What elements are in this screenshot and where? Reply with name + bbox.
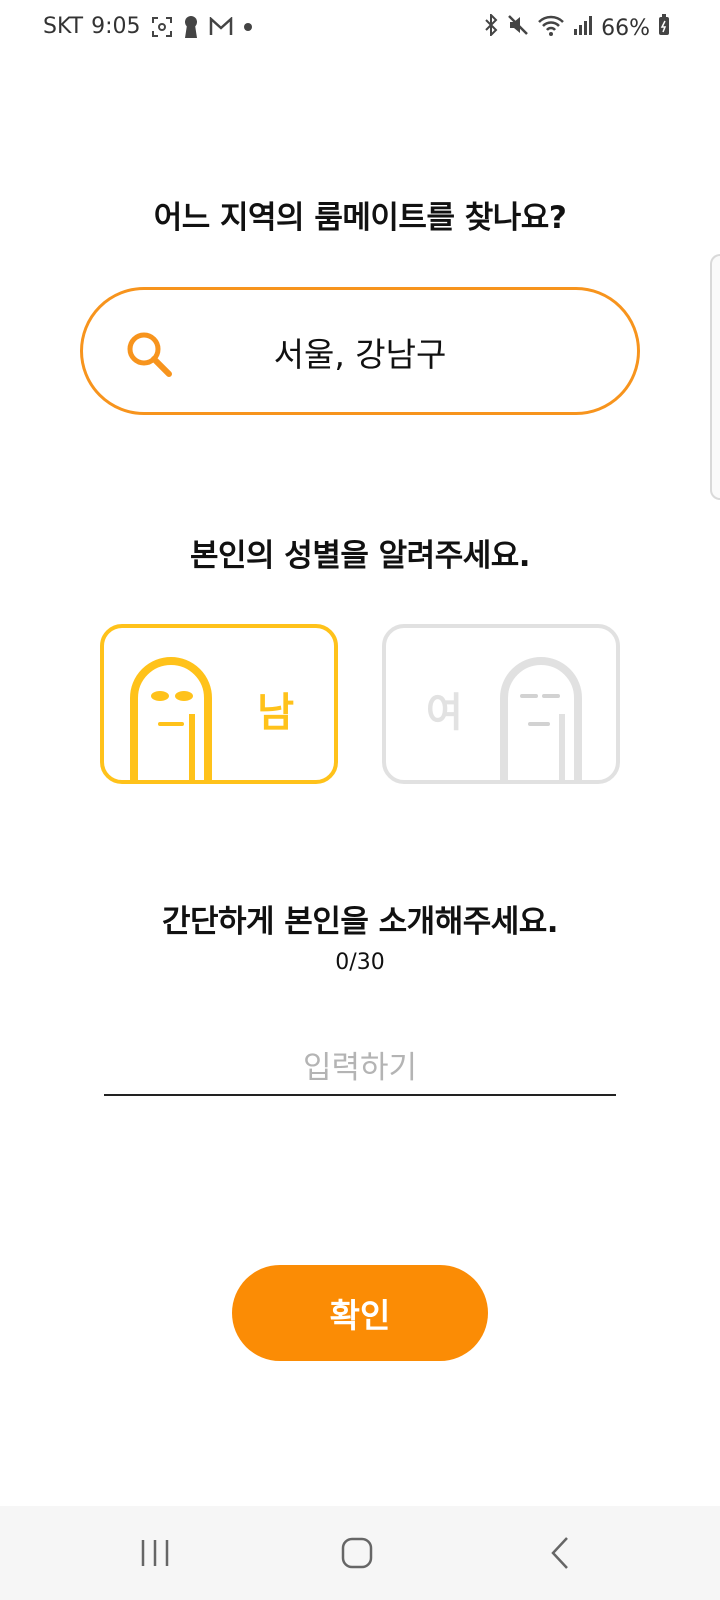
carrier-text: SKT <box>43 14 84 39</box>
recent-apps-button[interactable] <box>125 1531 185 1575</box>
male-character-icon <box>130 657 212 780</box>
confirm-button[interactable]: 확인 <box>232 1265 488 1361</box>
gender-male-label: 남 <box>257 690 294 736</box>
back-button[interactable] <box>530 1531 590 1575</box>
gender-female-option[interactable]: 여 <box>382 624 620 784</box>
status-left: SKT 9:05 <box>43 14 253 39</box>
edge-panel-handle[interactable] <box>710 254 720 500</box>
region-search-box[interactable]: 서울, 강남구 <box>80 287 640 415</box>
home-button[interactable] <box>327 1531 387 1575</box>
status-right: 66% <box>483 12 670 42</box>
dot-icon <box>243 22 253 32</box>
time-text: 9:05 <box>91 14 141 39</box>
region-search-value: 서울, 강남구 <box>273 335 447 374</box>
gender-female-label: 여 <box>426 690 463 736</box>
battery-text: 66% <box>601 15 650 41</box>
signal-icon <box>573 15 593 41</box>
keyhole-icon <box>183 15 199 39</box>
wifi-icon <box>537 14 565 42</box>
region-question-title: 어느 지역의 룸메이트를 찾나요? <box>153 200 567 236</box>
back-icon <box>551 1537 568 1569</box>
status-bar: SKT 9:05 66% <box>0 0 720 62</box>
intro-text-input[interactable] <box>104 1042 616 1096</box>
recent-apps-icon <box>141 1540 169 1566</box>
intro-question-title: 간단하게 본인을 소개해주세요. <box>161 904 559 940</box>
system-nav-bar <box>0 1506 720 1600</box>
mail-icon <box>209 16 233 37</box>
gender-male-option[interactable]: 남 <box>100 624 338 784</box>
mute-icon <box>507 14 529 42</box>
battery-icon <box>658 14 670 42</box>
female-character-icon <box>500 657 582 780</box>
bluetooth-icon <box>483 12 499 42</box>
home-icon <box>341 1537 373 1569</box>
intro-char-counter: 0/30 <box>335 950 385 975</box>
gender-question-title: 본인의 성별을 알려주세요. <box>189 538 531 574</box>
screenshot-icon <box>151 16 173 38</box>
